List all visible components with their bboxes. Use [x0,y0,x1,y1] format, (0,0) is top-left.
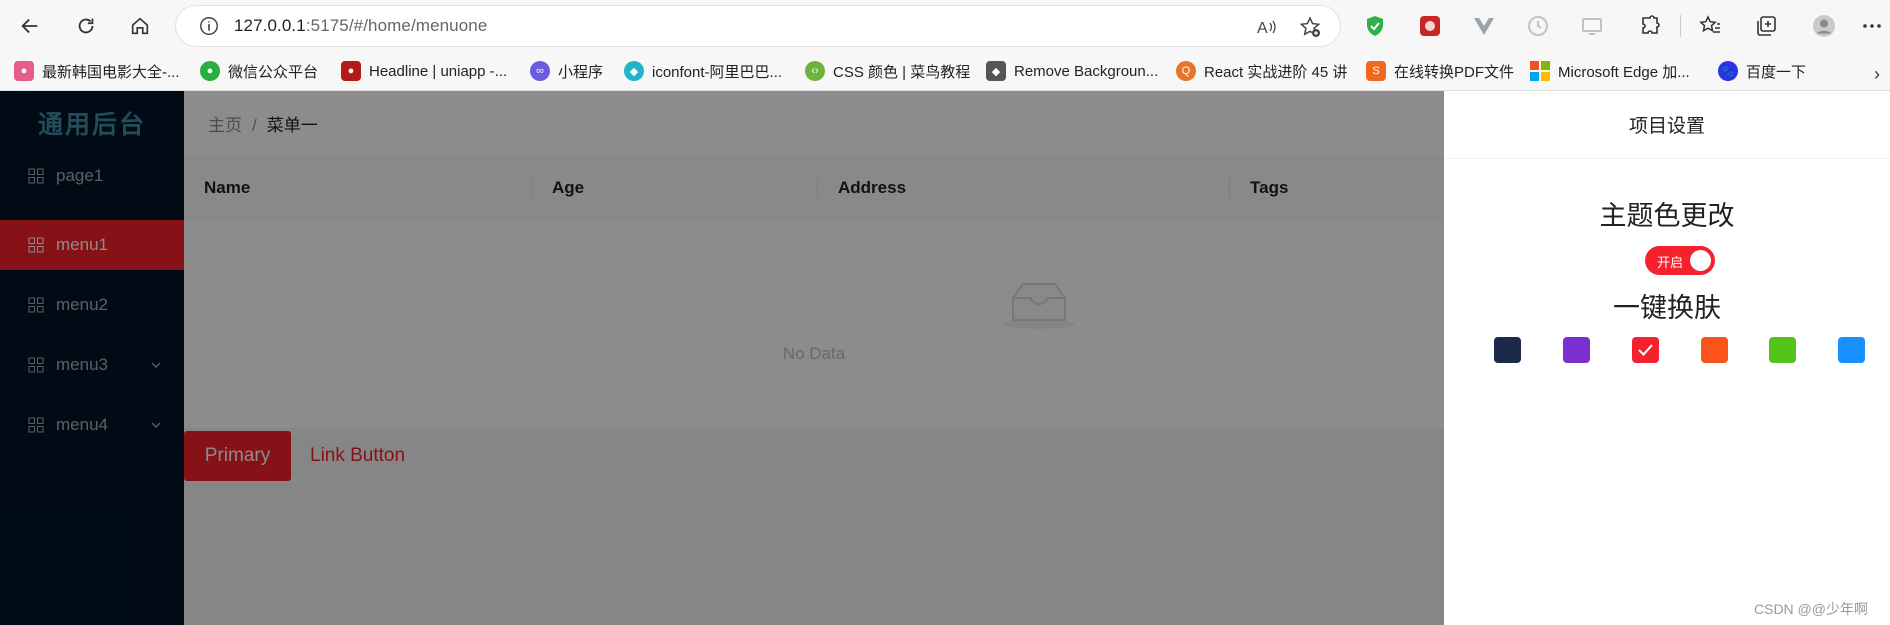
bookmark-label: iconfont-阿里巴巴... [652,63,783,81]
drawer-title: 项目设置 [1444,91,1890,159]
bookmark-label: CSS 颜色 | 菜鸟教程 [833,63,971,81]
switch-knob [1690,250,1711,271]
browser-toolbar: 127.0.0.1:5175/#/home/menuone A [0,0,1890,53]
extension-red[interactable] [1416,12,1444,40]
bookmark-label: 在线转换PDF文件 [1394,63,1515,81]
collections-button[interactable] [1752,12,1780,40]
pdf-convert-favicon: S [1366,61,1386,81]
swatch-orange[interactable] [1701,337,1728,363]
swatch-blue[interactable] [1838,337,1865,363]
remove-bg-favicon: ◆ [986,61,1006,81]
add-favorite-icon[interactable] [1298,15,1322,39]
wechat-icon: ● [200,61,220,81]
swatch-purple[interactable] [1563,337,1590,363]
vue-devtools-icon [1474,18,1494,35]
url-text[interactable]: 127.0.0.1:5175/#/home/menuone [234,16,487,36]
monitor-extension-icon [1582,18,1602,35]
home-icon [131,17,149,35]
extensions-button[interactable] [1636,12,1664,40]
miniprogram-icon: ∞ [530,61,550,81]
bookmark-label: Microsoft Edge 加... [1558,63,1690,81]
app-root: 通用后台 page1 menu1 menu2 menu3 menu4 主页 / 菜单… [0,91,1890,625]
bookmark-item[interactable]: ● Headline | uniapp -... [341,58,507,84]
toolbar-separator [1680,15,1681,37]
iconfont-favicon: ◆ [624,61,644,81]
bookmark-label: Remove Backgroun... [1014,62,1159,80]
favorites-button[interactable] [1696,12,1724,40]
favorites-star-icon [1699,15,1720,33]
geektime-favicon: Q [1176,61,1196,81]
extension-shield[interactable] [1361,12,1389,40]
avatar-icon [1813,15,1835,37]
baidu-paw-icon: 🐾 [1718,61,1738,81]
url-path: :5175/#/home/menuone [305,16,488,35]
bookmarks-bar: ● 最新韩国电影大全-... ● 微信公众平台 ● Headline | uniapp… [0,53,1890,91]
bookmark-item[interactable]: ● 最新韩国电影大全-... [14,58,180,84]
bookmark-item[interactable]: ● 微信公众平台 [200,58,318,84]
back-button[interactable] [12,8,48,44]
svg-text:A: A [1257,20,1268,37]
bookmark-item[interactable]: 🐾 百度一下 [1718,58,1806,84]
profile-button[interactable] [1810,12,1838,40]
red-extension-icon [1420,16,1440,36]
extension-gray-2[interactable] [1578,12,1606,40]
bookmark-favicon: ● [14,61,34,81]
settings-drawer: 项目设置 主题色更改 开启 一键换肤 [1444,91,1890,625]
site-info-icon[interactable] [198,15,220,37]
home-button[interactable] [122,8,158,44]
shield-check-icon [1367,16,1383,36]
swatch-navy[interactable] [1494,337,1521,363]
clock-extension-icon [1528,16,1548,36]
watermark: CSDN @@少年啊 [1754,601,1868,617]
url-host: 127.0.0.1 [234,16,306,35]
reload-icon [78,18,94,34]
switch-label: 开启 [1657,255,1684,270]
bookmarks-overflow-chevron-icon[interactable]: › [1874,64,1880,85]
bookmark-item[interactable]: ◆ Remove Backgroun... [986,58,1158,84]
runoob-favicon: ‹› [805,61,825,81]
bookmark-item[interactable]: ∞ 小程序 [530,58,603,84]
more-menu-button[interactable] [1858,12,1886,40]
headline-favicon: ● [341,61,361,81]
puzzle-icon [1642,15,1660,34]
drawer-overlay-mask[interactable] [0,91,1444,625]
check-icon [1638,344,1653,356]
bookmark-label: React 实战进阶 45 讲 [1204,63,1348,81]
bookmark-label: Headline | uniapp -... [369,62,508,80]
bookmark-label: 微信公众平台 [228,63,319,81]
collections-icon [1757,16,1776,36]
extension-vue[interactable] [1470,12,1498,40]
back-arrow-icon [21,18,38,34]
theme-toggle-switch[interactable]: 开启 [1645,246,1715,275]
read-aloud-icon[interactable]: A [1254,15,1278,39]
bookmark-item[interactable]: Q React 实战进阶 45 讲 [1176,58,1347,84]
reload-button[interactable] [68,8,104,44]
address-bar[interactable]: 127.0.0.1:5175/#/home/menuone A [176,6,1340,46]
more-dots-icon [1863,24,1881,28]
bookmark-item[interactable]: ‹› CSS 颜色 | 菜鸟教程 [805,58,970,84]
bookmark-item[interactable]: ◆ iconfont-阿里巴巴... [624,58,782,84]
bookmark-label: 最新韩国电影大全-... [42,63,180,81]
microsoft-logo-icon [1530,61,1550,81]
swatch-green[interactable] [1769,337,1796,363]
swatch-red[interactable] [1632,337,1659,363]
bookmark-item[interactable]: Microsoft Edge 加... [1530,58,1690,84]
theme-color-heading: 主题色更改 [1599,201,1735,231]
bookmark-item[interactable]: S 在线转换PDF文件 [1366,58,1514,84]
skin-heading: 一键换肤 [1613,293,1721,323]
bookmark-label: 小程序 [558,63,604,81]
bookmark-label: 百度一下 [1746,63,1807,81]
extension-gray-1[interactable] [1524,12,1552,40]
